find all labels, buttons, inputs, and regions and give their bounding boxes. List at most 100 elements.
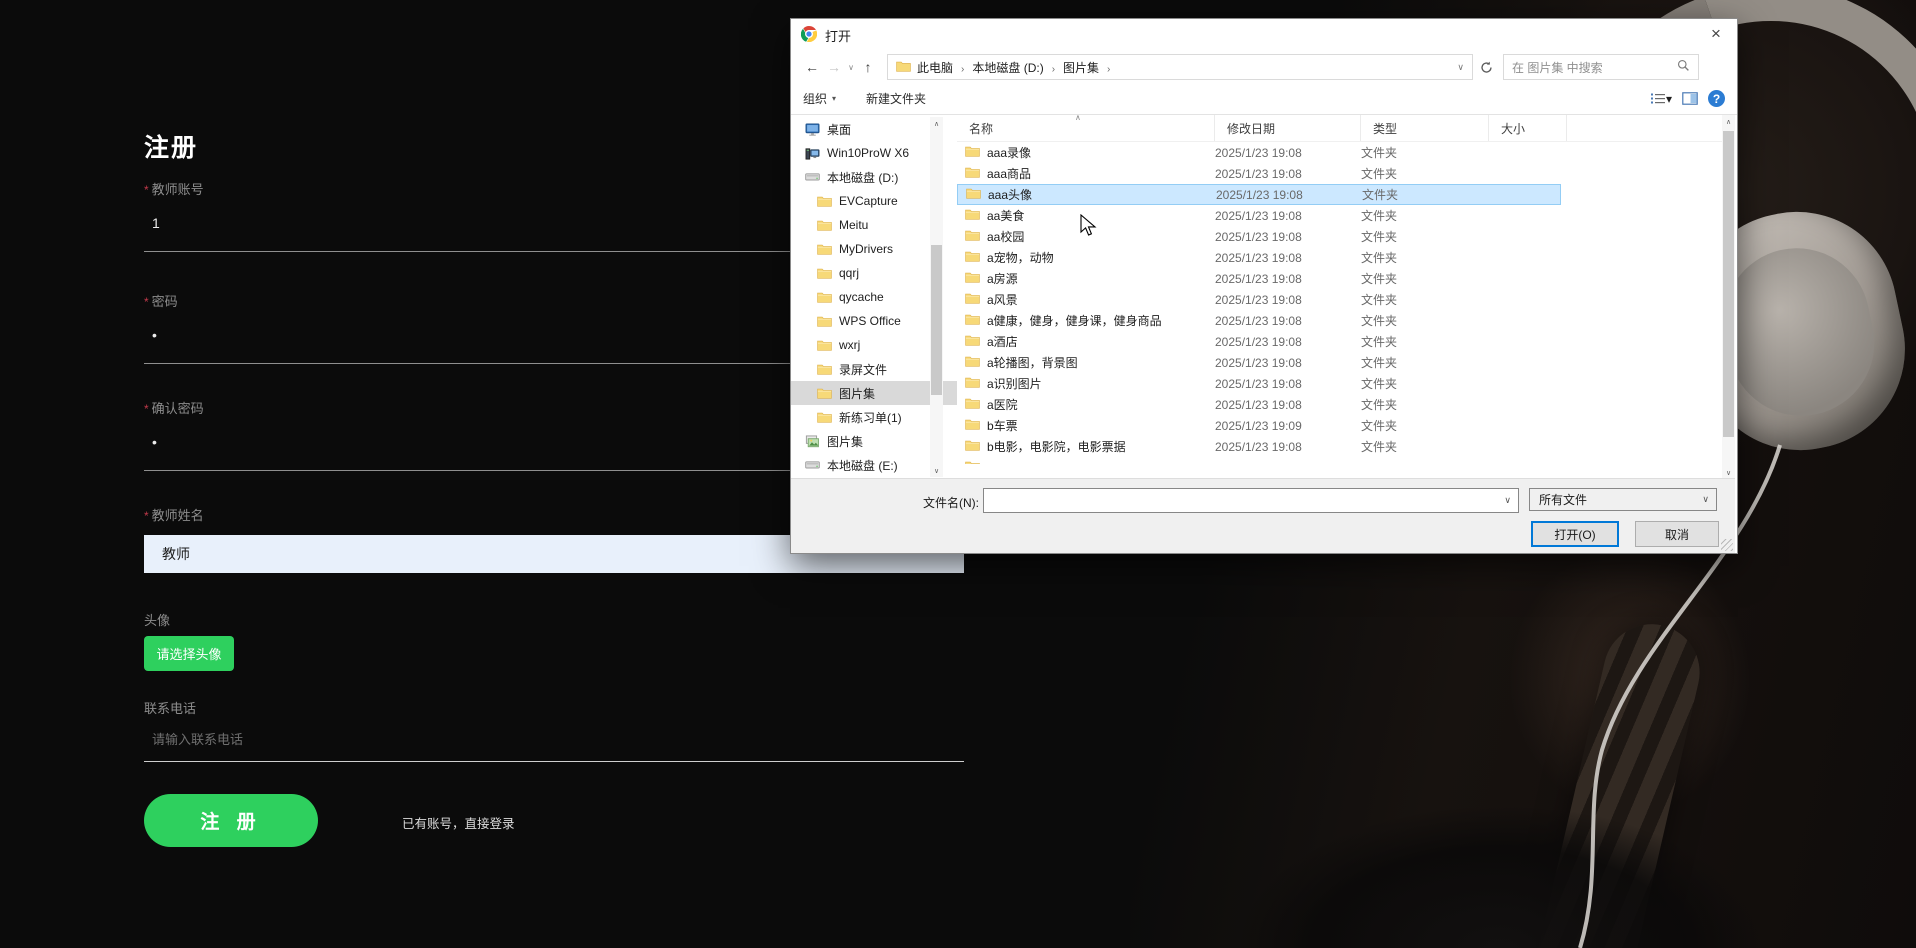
file-row[interactable]: aaa录像 2025/1/23 19:08 文件夹 — [957, 142, 1561, 163]
sidebar-item-label: qqrj — [839, 266, 860, 280]
file-name: aaa商品 — [957, 165, 1215, 182]
scroll-up-icon[interactable]: ∧ — [930, 117, 943, 130]
file-date: 2025/1/23 19:08 — [1215, 376, 1302, 391]
breadcrumb-item[interactable]: 此电脑 — [915, 61, 955, 75]
file-row[interactable]: a识别图片 2025/1/23 19:08 文件夹 — [957, 373, 1561, 394]
file-row[interactable]: aa美食 2025/1/23 19:08 文件夹 — [957, 205, 1561, 226]
breadcrumb-item[interactable]: 本地磁盘 (D:) — [970, 61, 1045, 75]
sidebar-item-label: 录屏文件 — [839, 362, 888, 377]
sort-asc-icon: ∧ — [1075, 115, 1081, 122]
file-name: aaa头像 — [958, 186, 1216, 203]
sidebar-item-label: WPS Office — [839, 314, 901, 328]
filename-input[interactable]: ∨ — [983, 488, 1519, 513]
open-button[interactable]: 打开(O) — [1531, 521, 1619, 547]
view-mode-icon[interactable]: ▾ — [1650, 92, 1672, 106]
piclib-icon — [803, 434, 821, 448]
preview-pane-icon[interactable] — [1682, 92, 1698, 105]
file-row[interactable]: a医院 2025/1/23 19:08 文件夹 — [957, 394, 1561, 415]
address-bar[interactable]: 此电脑 › 本地磁盘 (D:) › 图片集 › ∨ — [887, 54, 1473, 80]
folder-icon — [965, 292, 980, 307]
file-row[interactable]: a轮播图，背景图 2025/1/23 19:08 文件夹 — [957, 352, 1561, 373]
register-button[interactable]: 注 册 — [144, 794, 318, 847]
up-icon[interactable]: ↑ — [857, 56, 879, 78]
address-dropdown-icon[interactable]: ∨ — [1453, 62, 1468, 73]
chrome-icon — [800, 25, 818, 45]
confirm-password-value[interactable]: • — [152, 434, 157, 450]
account-value[interactable]: 1 — [152, 215, 160, 231]
file-row[interactable]: aaa商品 2025/1/23 19:08 文件夹 — [957, 163, 1561, 184]
chevron-right-icon[interactable]: › — [1101, 64, 1116, 75]
new-folder-button[interactable]: 新建文件夹 — [866, 90, 926, 107]
file-row[interactable]: b电影，电影院，电影票据 2025/1/23 19:08 文件夹 — [957, 436, 1561, 457]
column-header-date[interactable]: 修改日期 — [1215, 115, 1361, 141]
sidebar-scrollbar[interactable]: ∧ ∨ — [930, 117, 943, 477]
back-icon[interactable]: ← — [801, 56, 823, 78]
scroll-up-icon[interactable]: ∧ — [1722, 115, 1735, 128]
folder-icon — [815, 411, 833, 423]
file-row[interactable]: a健康，健身，健身课，健身商品 2025/1/23 19:08 文件夹 — [957, 310, 1561, 331]
column-header-size[interactable]: 大小 — [1489, 115, 1567, 141]
filetype-select[interactable]: 所有文件 ∨ — [1529, 488, 1717, 511]
chevron-right-icon[interactable]: › — [955, 64, 970, 75]
column-header-name[interactable]: 名称 — [957, 115, 1215, 141]
search-input[interactable]: 在 图片集 中搜索 — [1503, 54, 1699, 80]
scroll-down-icon[interactable]: ∨ — [930, 464, 943, 477]
desktop: 注册 * 教师账号 1 * 密码 • * 确认密码 • * 教师姓名 教师 头像 请选择… — [0, 0, 1916, 948]
page-title: 注册 — [144, 134, 199, 162]
file-row[interactable]: aaa头像 2025/1/23 19:08 文件夹 — [957, 184, 1561, 205]
file-row[interactable]: a风景 2025/1/23 19:08 文件夹 — [957, 289, 1561, 310]
file-type: 文件夹 — [1361, 293, 1398, 307]
toolbar-right: ▾ ? — [1650, 90, 1725, 107]
cancel-button[interactable]: 取消 — [1635, 521, 1719, 547]
file-row[interactable]: aa校园 2025/1/23 19:08 文件夹 — [957, 226, 1561, 247]
password-value[interactable]: • — [152, 327, 157, 343]
resize-grip-icon[interactable] — [1721, 539, 1733, 551]
folder-icon — [965, 208, 980, 223]
file-row[interactable]: a酒店 2025/1/23 19:08 文件夹 — [957, 331, 1561, 352]
sidebar-item-label: qycache — [839, 290, 884, 304]
filelist-scrollbar[interactable]: ∧ ∨ — [1722, 115, 1735, 479]
file-name-label: a轮播图，背景图 — [987, 356, 1078, 370]
folder-icon — [966, 187, 981, 202]
disk-icon — [803, 460, 821, 470]
help-icon[interactable]: ? — [1708, 90, 1725, 107]
history-dropdown-icon[interactable]: ∨ — [845, 63, 857, 72]
close-icon[interactable]: × — [1699, 21, 1733, 47]
scrollbar-thumb[interactable] — [1723, 131, 1734, 437]
choose-avatar-button[interactable]: 请选择头像 — [144, 636, 234, 671]
file-row[interactable]: b车票 2025/1/23 19:09 文件夹 — [957, 415, 1561, 436]
file-date: 2025/1/23 19:08 — [1215, 355, 1302, 370]
dialog-navbar: ← → ∨ ↑ 此电脑 › 本地磁盘 (D:) › 图片集 › ∨ 在 图片集 中搜索 — [791, 51, 1737, 83]
sidebar-item-label: 新练习单(1) — [839, 410, 902, 425]
refresh-icon[interactable] — [1475, 56, 1497, 78]
file-row[interactable]: a房源 2025/1/23 19:08 文件夹 — [957, 268, 1561, 289]
login-link[interactable]: 已有账号，直接登录 — [402, 813, 515, 832]
phone-input[interactable] — [144, 726, 980, 761]
forward-icon[interactable]: → — [823, 56, 845, 78]
chevron-right-icon[interactable]: › — [1046, 64, 1061, 75]
open-file-dialog: 打开 × ← → ∨ ↑ 此电脑 › 本地磁盘 (D:) › 图片集 › ∨ 在 图片集 … — [790, 18, 1738, 554]
organize-button[interactable]: 组织 ▾ — [803, 90, 836, 107]
file-row[interactable] — [957, 457, 1561, 464]
file-name: b电影，电影院，电影票据 — [957, 438, 1215, 455]
filetype-value: 所有文件 — [1539, 493, 1588, 507]
file-date: 2025/1/23 19:08 — [1215, 250, 1302, 265]
file-row[interactable]: a宠物，动物 2025/1/23 19:08 文件夹 — [957, 247, 1561, 268]
file-type: 文件夹 — [1361, 272, 1398, 286]
dialog-titlebar[interactable]: 打开 × — [791, 19, 1737, 51]
required-mark: * — [144, 183, 149, 197]
folder-icon — [815, 315, 833, 327]
column-header-type[interactable]: 类型 — [1361, 115, 1489, 141]
dialog-footer: 文件名(N): ∨ 所有文件 ∨ 打开(O) 取消 — [791, 478, 1735, 553]
breadcrumb-item[interactable]: 图片集 — [1061, 61, 1101, 75]
file-name-label: a风景 — [987, 293, 1018, 307]
file-name-label: a宠物，动物 — [987, 251, 1054, 265]
file-name-label: aa美食 — [987, 209, 1025, 223]
required-mark: * — [144, 402, 149, 416]
scrollbar-thumb[interactable] — [931, 245, 942, 395]
folder-icon — [965, 376, 980, 391]
file-name: b车票 — [957, 417, 1215, 434]
search-placeholder: 在 图片集 中搜索 — [1512, 60, 1603, 75]
file-type: 文件夹 — [1361, 167, 1398, 181]
folder-icon — [965, 418, 980, 433]
